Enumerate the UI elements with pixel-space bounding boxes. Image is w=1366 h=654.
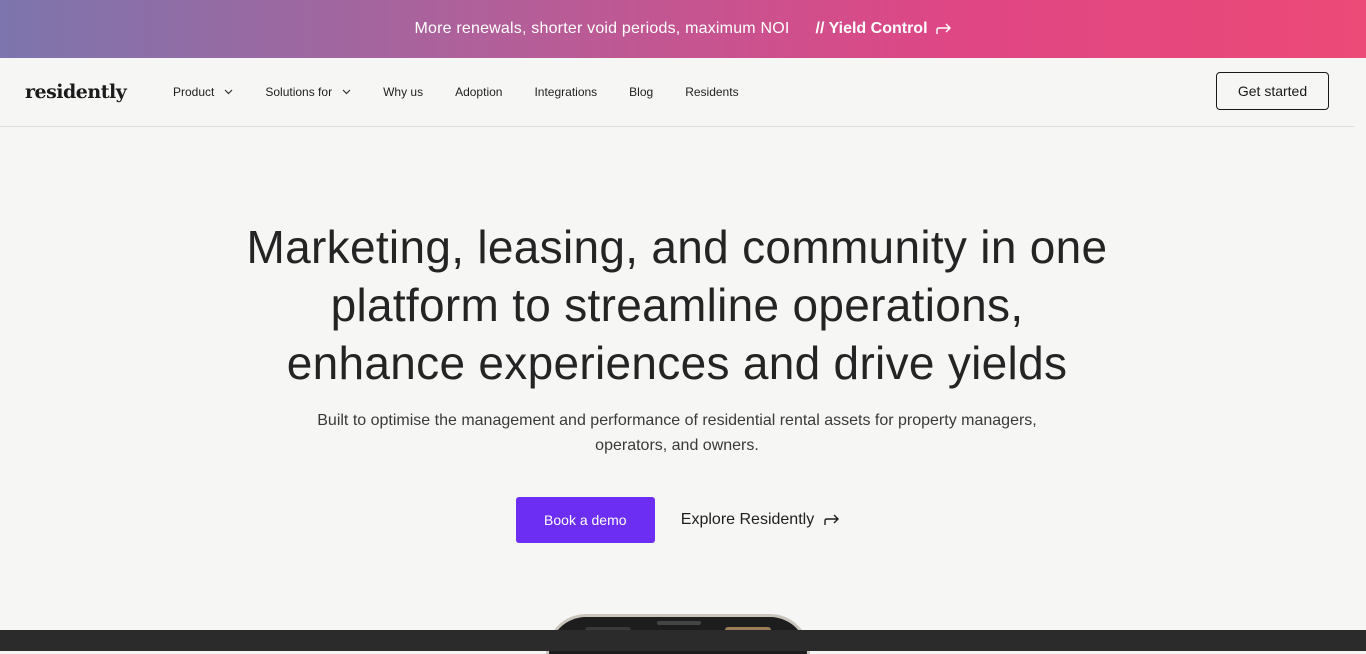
hero-cta-row: Book a demo Explore Residently [0,497,1354,543]
nav-item-integrations[interactable]: Integrations [534,85,597,99]
chevron-down-icon [224,89,233,95]
explore-label: Explore Residently [680,511,815,528]
nav-item-label: Solutions for [265,85,333,99]
hero-title: Marketing, leasing, and community in one… [0,218,1354,392]
hero-title-line: Marketing, leasing, and community in one [246,221,1108,273]
announcement-bar: More renewals, shorter void periods, max… [0,0,1366,58]
arrow-right-icon [935,23,951,34]
hero-subtitle-line: operators, and owners. [595,437,759,454]
chevron-down-icon [342,89,351,95]
yield-control-label: // Yield Control [815,20,928,37]
announcement-message: More renewals, shorter void periods, max… [414,20,790,37]
nav-item-why-us[interactable]: Why us [383,85,423,99]
nav-item-label: Why us [383,85,424,99]
phone-notch [657,621,701,625]
nav-item-product[interactable]: Product [173,85,233,99]
hero-title-line: enhance experiences and drive yields [286,337,1068,389]
yield-control-link[interactable]: // Yield Control [816,20,952,38]
main-nav: Product Solutions for Why us Adoption In… [173,85,771,99]
site-header: residently Product Solutions for Why us … [0,58,1354,127]
book-demo-button[interactable]: Book a demo [515,497,655,543]
nav-item-label: Blog [629,85,654,99]
bottom-dark-strip [0,630,1366,651]
nav-item-adoption[interactable]: Adoption [455,85,502,99]
arrow-right-icon [824,514,840,525]
nav-item-label: Adoption [455,85,503,99]
residently-logo[interactable]: residently [25,81,137,103]
nav-item-blog[interactable]: Blog [629,85,653,99]
nav-item-label: Residents [685,85,739,99]
scrollbar[interactable] [1354,58,1366,630]
hero-subtitle-line: Built to optimise the management and per… [317,412,1037,429]
nav-item-label: Product [173,85,215,99]
nav-item-solutions[interactable]: Solutions for [265,85,351,99]
nav-item-residents[interactable]: Residents [685,85,738,99]
get-started-button[interactable]: Get started [1216,72,1329,110]
explore-residently-link[interactable]: Explore Residently [681,511,840,529]
hero-title-line: platform to streamline operations, [330,279,1024,331]
hero-subtitle: Built to optimise the management and per… [0,408,1354,458]
nav-item-label: Integrations [534,85,598,99]
